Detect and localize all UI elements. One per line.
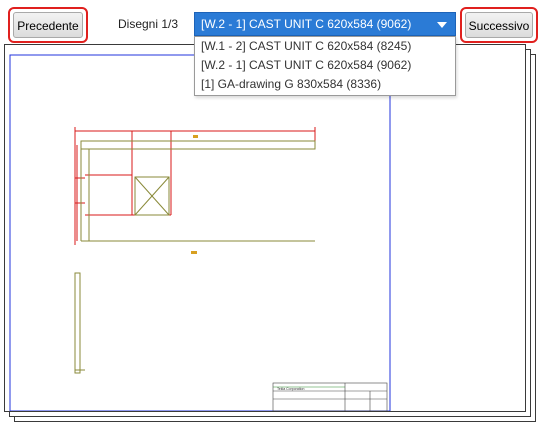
next-button[interactable]: Successivo (465, 12, 533, 38)
drawing-select[interactable]: [W.2 - 1] CAST UNIT C 620x584 (9062) (194, 12, 456, 36)
dropdown-option[interactable]: [1] GA-drawing G 830x584 (8336) (195, 75, 455, 94)
drawing-frame (9, 54, 391, 411)
drawing-select-value: [W.2 - 1] CAST UNIT C 620x584 (9062) (201, 17, 412, 31)
previous-button[interactable]: Precedente (13, 12, 83, 38)
drawing-sheet-front: Tekla Corporation (4, 44, 526, 412)
drawing-counter: Disegni 1/3 (118, 17, 179, 31)
dropdown-option[interactable]: [W.1 - 2] CAST UNIT C 620x584 (8245) (195, 37, 455, 56)
dropdown-option[interactable]: [W.2 - 1] CAST UNIT C 620x584 (9062) (195, 56, 455, 75)
chevron-down-icon[interactable] (437, 22, 447, 28)
drawing-canvas: Tekla Corporation (9, 54, 391, 411)
title-block-company: Tekla Corporation (277, 387, 304, 391)
drawing-dropdown-list: [W.1 - 2] CAST UNIT C 620x584 (8245) [W.… (194, 36, 456, 96)
